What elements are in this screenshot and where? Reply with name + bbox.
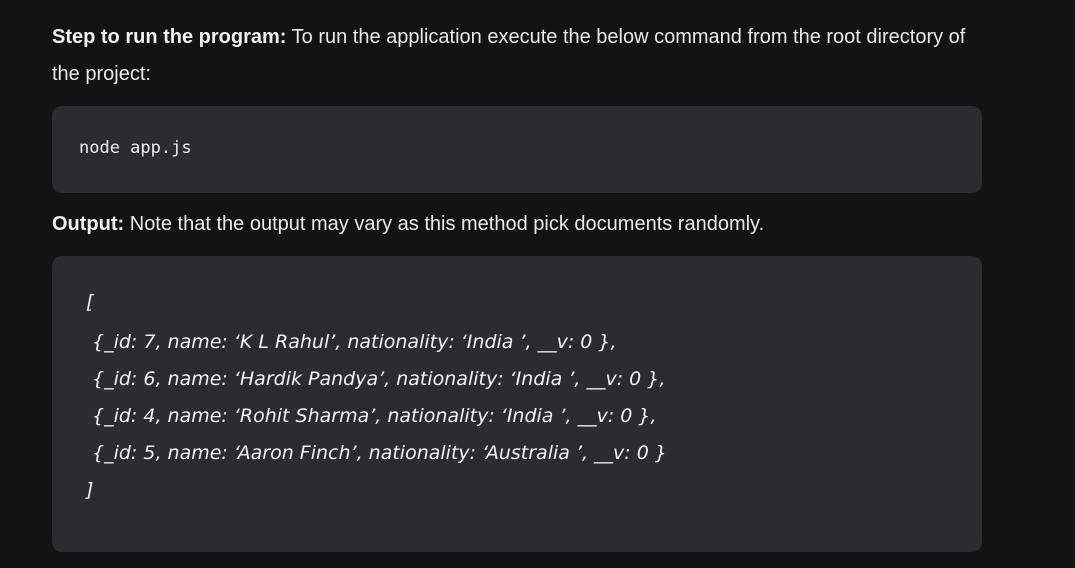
command-text: node app.js bbox=[79, 138, 192, 158]
output-line: {_id: 7, name: ‘K L Rahul’, nationality:… bbox=[92, 331, 617, 353]
output-line: ] bbox=[86, 479, 94, 501]
output-paragraph: Output: Note that the output may vary as… bbox=[52, 206, 972, 243]
output-line: [ bbox=[86, 291, 94, 313]
step-paragraph: Step to run the program: To run the appl… bbox=[52, 19, 972, 93]
output-line: {_id: 4, name: ‘Rohit Sharma’, nationali… bbox=[92, 405, 657, 427]
output-text: Note that the output may vary as this me… bbox=[124, 213, 765, 235]
output-code-block: [ {_id: 7, name: ‘K L Rahul’, nationalit… bbox=[52, 256, 982, 552]
output-label: Output: bbox=[52, 213, 125, 235]
step-label: Step to run the program: bbox=[52, 26, 287, 48]
command-code-block: node app.js bbox=[52, 106, 982, 193]
output-line: {_id: 5, name: ‘Aaron Finch’, nationalit… bbox=[92, 442, 667, 464]
output-line: {_id: 6, name: ‘Hardik Pandya’, national… bbox=[92, 368, 666, 390]
